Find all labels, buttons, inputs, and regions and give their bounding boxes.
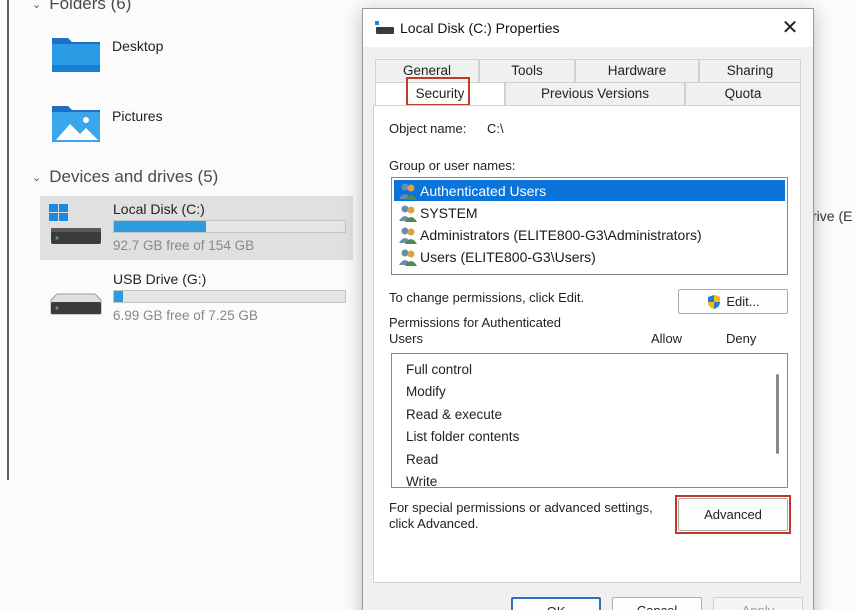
special-permissions-line2: click Advanced. [389, 516, 479, 531]
apply-button[interactable]: Apply [713, 597, 803, 610]
users-group-icon [399, 183, 417, 200]
system-drive-icon [49, 204, 101, 244]
users-group-icon [399, 205, 417, 222]
security-panel: Object name: C:\ Group or user names: Au… [373, 105, 801, 583]
dialog-title: Local Disk (C:) Properties [400, 20, 560, 36]
devices-section-header[interactable]: ⌄ Devices and drives (5) [32, 167, 218, 187]
list-item-system[interactable]: SYSTEM [394, 202, 785, 223]
folder-item-desktop[interactable]: Desktop [48, 32, 348, 92]
users-group-icon [399, 227, 417, 244]
advanced-button[interactable]: Advanced [678, 498, 788, 531]
user-names-list[interactable]: Authenticated Users SYSTEM Administrator… [391, 177, 788, 275]
devices-header-label: Devices and drives (5) [49, 167, 219, 186]
list-item-administrators[interactable]: Administrators (ELITE800-G3\Administrato… [394, 224, 785, 245]
close-icon[interactable]: ✕ [775, 13, 805, 43]
drive-usage-bar [113, 220, 346, 233]
folders-header-label: Folders (6) [49, 0, 132, 13]
drive-item-usb[interactable]: USB Drive (G:) 6.99 GB free of 7.25 GB [40, 266, 353, 330]
list-item-authenticated-users[interactable]: Authenticated Users [394, 180, 785, 201]
permissions-list[interactable]: Full control Modify Read & execute List … [391, 353, 788, 488]
permission-write: Write [406, 474, 438, 488]
drive-usage-bar [113, 290, 346, 303]
folders-section-header[interactable]: ⌄ Folders (6) [32, 0, 131, 14]
allow-column-header: Allow [651, 331, 683, 346]
permission-read: Read [406, 452, 439, 467]
pictures-folder-icon [52, 106, 100, 142]
drive-usage-fill [114, 291, 124, 302]
permission-read-execute: Read & execute [406, 407, 503, 422]
tab-general[interactable]: General [375, 59, 479, 82]
object-name-label: Object name: [389, 121, 467, 136]
deny-column-header: Deny [726, 331, 757, 346]
drive-title-icon [375, 21, 394, 34]
tab-security[interactable]: Security [375, 82, 505, 105]
dialog-titlebar[interactable]: Local Disk (C:) Properties ✕ [363, 9, 813, 47]
usb-drive-icon [50, 293, 102, 315]
tab-tools[interactable]: Tools [479, 59, 575, 82]
uac-shield-icon [708, 294, 721, 309]
permission-full-control: Full control [406, 362, 473, 377]
folder-label: Pictures [112, 108, 163, 124]
special-permissions-line1: For special permissions or advanced sett… [389, 500, 653, 515]
permission-list-folder-contents: List folder contents [406, 429, 520, 444]
desktop-folder-icon [52, 38, 100, 72]
folder-item-pictures[interactable]: Pictures [48, 102, 348, 162]
cancel-button[interactable]: Cancel [612, 597, 702, 610]
user-name: SYSTEM [420, 204, 478, 221]
drive-item-local-disk[interactable]: Local Disk (C:) 92.7 GB free of 154 GB [40, 196, 353, 260]
drive-free-space: 92.7 GB free of 154 GB [113, 238, 255, 253]
list-item-users[interactable]: Users (ELITE800-G3\Users) [394, 246, 785, 267]
permissions-for-line1: Permissions for Authenticated [389, 315, 561, 330]
edit-button-label: Edit... [726, 294, 760, 309]
window-edge [7, 0, 9, 480]
drive-name: USB Drive (G:) [113, 271, 207, 287]
permission-modify: Modify [406, 384, 446, 399]
permissions-for-line2: Users [389, 331, 423, 346]
edit-button[interactable]: Edit... [678, 289, 788, 314]
user-name: Administrators (ELITE800-G3\Administrato… [420, 226, 702, 243]
tab-sharing[interactable]: Sharing [699, 59, 801, 82]
ok-button[interactable]: OK [511, 597, 601, 610]
group-names-label: Group or user names: [389, 158, 516, 173]
drive-free-space: 6.99 GB free of 7.25 GB [113, 308, 258, 323]
drive-usage-fill [114, 221, 207, 232]
tab-previous-versions[interactable]: Previous Versions [505, 82, 685, 105]
tab-quota[interactable]: Quota [685, 82, 801, 105]
user-name: Authenticated Users [420, 182, 547, 199]
permissions-scrollbar[interactable] [776, 374, 779, 454]
change-permissions-text: To change permissions, click Edit. [389, 290, 585, 305]
folder-label: Desktop [112, 38, 164, 54]
partial-drive-label[interactable]: rive (E [812, 208, 852, 224]
properties-dialog: Local Disk (C:) Properties ✕ General Too… [362, 8, 814, 610]
object-name-value: C:\ [487, 121, 504, 136]
drive-name: Local Disk (C:) [113, 201, 205, 217]
user-name: Users (ELITE800-G3\Users) [420, 248, 596, 265]
users-group-icon [399, 249, 417, 266]
tab-hardware[interactable]: Hardware [575, 59, 699, 82]
chevron-down-icon: ⌄ [32, 171, 42, 184]
chevron-down-icon: ⌄ [32, 0, 42, 11]
